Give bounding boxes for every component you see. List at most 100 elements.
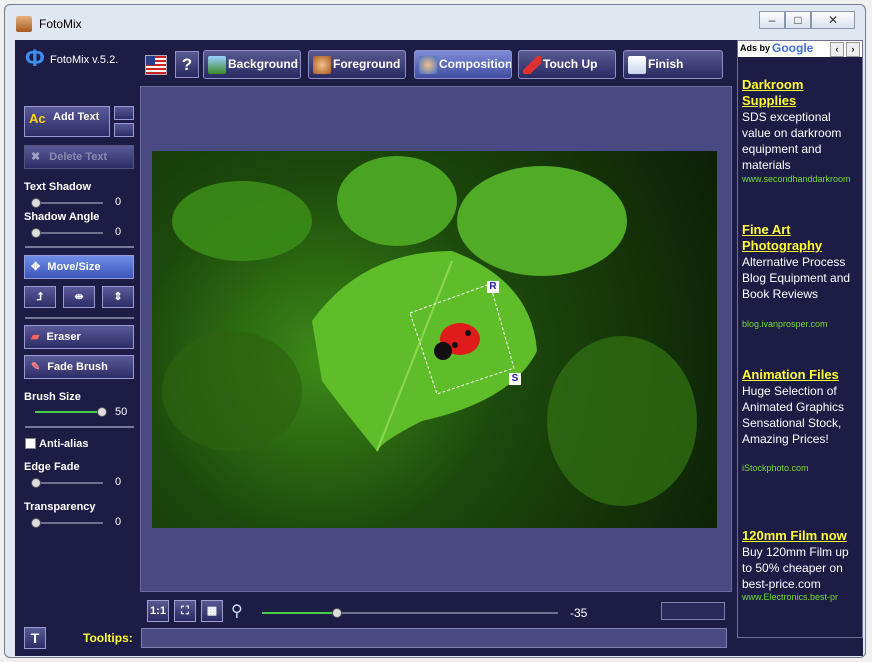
edge-fade-slider[interactable] bbox=[31, 478, 103, 488]
delete-icon: ✖ bbox=[31, 151, 41, 163]
shadow-angle-value: 0 bbox=[115, 226, 122, 238]
maximize-button[interactable]: □ bbox=[785, 11, 811, 29]
slider-thumb[interactable] bbox=[31, 228, 41, 238]
zoom-slider[interactable] bbox=[262, 608, 558, 618]
minimize-button[interactable]: – bbox=[759, 11, 785, 29]
transparency-label: Transparency bbox=[24, 501, 96, 513]
save-icon bbox=[628, 55, 646, 74]
rotate-handle[interactable]: R bbox=[487, 281, 499, 293]
ads-next-button[interactable]: › bbox=[846, 42, 860, 57]
divider bbox=[25, 317, 134, 319]
window-title: FotoMix bbox=[39, 17, 82, 31]
grid-button[interactable]: ▦ bbox=[201, 600, 223, 622]
anti-alias-checkbox[interactable] bbox=[25, 438, 36, 449]
divider bbox=[25, 246, 134, 248]
ad-body: SDS exceptional value on darkroom equipm… bbox=[742, 110, 842, 172]
transparency-value: 0 bbox=[115, 516, 122, 528]
ads-prev-button[interactable]: ‹ bbox=[830, 42, 844, 57]
person-icon bbox=[313, 55, 331, 74]
tooltips-bar bbox=[141, 628, 727, 648]
flip-vertical-button[interactable]: ⇕ bbox=[102, 286, 134, 308]
transparency-slider[interactable] bbox=[31, 518, 103, 528]
landscape-icon bbox=[208, 55, 226, 74]
tooltips-label: Tooltips: bbox=[83, 631, 133, 645]
composition-canvas[interactable]: R S bbox=[140, 86, 732, 592]
move-size-button[interactable]: ✥ Move/Size bbox=[24, 255, 134, 279]
flip-horizontal-button[interactable]: ⇹ bbox=[63, 286, 95, 308]
tab-foreground[interactable]: Foreground bbox=[308, 50, 406, 79]
flip-horizontal-icon: ⇹ bbox=[74, 291, 84, 303]
shadow-angle-label: Shadow Angle bbox=[24, 211, 100, 223]
abc-icon: Ac bbox=[29, 111, 46, 126]
app-client: Φ FotoMix v.5.2. ? Background Foreground… bbox=[15, 40, 863, 656]
tab-background[interactable]: Background bbox=[203, 50, 301, 79]
text-icon: T bbox=[30, 630, 40, 646]
eraser-button[interactable]: ▰ Eraser bbox=[24, 325, 134, 349]
fit-to-window-button[interactable]: ⛶ bbox=[174, 600, 196, 622]
slider-thumb[interactable] bbox=[31, 518, 41, 528]
scale-handle[interactable]: S bbox=[509, 373, 521, 385]
divider bbox=[25, 426, 134, 428]
slider-thumb[interactable] bbox=[31, 198, 41, 208]
ad-title[interactable]: Darkroom Supplies bbox=[742, 77, 860, 109]
delete-text-button[interactable]: ✖ Delete Text bbox=[24, 145, 134, 169]
ad-url[interactable]: www.secondhanddarkroom bbox=[742, 174, 860, 184]
slider-thumb[interactable] bbox=[97, 407, 107, 417]
fotomix-logo: Φ bbox=[25, 45, 45, 72]
grid-icon: ▦ bbox=[206, 605, 218, 617]
status-box bbox=[661, 602, 725, 620]
brush-icon bbox=[523, 55, 541, 74]
rotate-icon: ⮥ bbox=[36, 291, 44, 303]
text-tool-button[interactable]: T bbox=[24, 627, 46, 649]
actual-size-button[interactable]: 1:1 bbox=[147, 600, 169, 622]
help-button[interactable]: ? bbox=[175, 51, 199, 78]
text-shadow-slider[interactable] bbox=[31, 198, 103, 208]
edit-text-button[interactable] bbox=[114, 106, 134, 120]
ad-body: Alternative Process Blog Equipment and B… bbox=[742, 255, 851, 301]
brush-size-value: 50 bbox=[115, 406, 128, 418]
text-shadow-label: Text Shadow bbox=[24, 181, 92, 193]
ad-title[interactable]: Fine Art Photography bbox=[742, 222, 860, 254]
version-label: FotoMix v.5.2. bbox=[50, 54, 119, 66]
add-text-button[interactable]: Ac Add Text bbox=[24, 106, 110, 137]
brush-size-slider[interactable] bbox=[35, 407, 107, 417]
eraser-icon: ▰ bbox=[31, 331, 40, 343]
ad-title[interactable]: Animation Files bbox=[742, 367, 860, 383]
ads-header: Ads by Google ‹ › bbox=[738, 41, 862, 57]
ad-url[interactable]: iStockphoto.com bbox=[742, 463, 860, 473]
fit-icon: ⛶ bbox=[181, 605, 189, 617]
rotate-button[interactable]: ⮥ bbox=[24, 286, 56, 308]
ad-body: Buy 120mm Film up to 50% cheaper on best… bbox=[742, 545, 849, 591]
leaves-image bbox=[162, 156, 697, 506]
ad-url[interactable]: www.Electronics.best-pr bbox=[742, 592, 860, 602]
tab-finish[interactable]: Finish bbox=[623, 50, 723, 79]
close-button[interactable]: ✕ bbox=[811, 11, 855, 29]
zoom-fill bbox=[262, 612, 336, 614]
anti-alias-label: Anti-alias bbox=[39, 438, 89, 450]
magnifier-icon: ⚲ bbox=[231, 603, 243, 620]
brush-size-label: Brush Size bbox=[24, 391, 81, 403]
app-icon bbox=[16, 16, 32, 32]
edge-fade-label: Edge Fade bbox=[24, 461, 80, 473]
shadow-angle-slider[interactable] bbox=[31, 228, 103, 238]
slider-thumb[interactable] bbox=[31, 478, 41, 488]
language-flag-icon[interactable] bbox=[145, 55, 167, 75]
fade-brush-button[interactable]: ✎ Fade Brush bbox=[24, 355, 134, 379]
ad-url[interactable]: blog.ivanprosper.com bbox=[742, 319, 860, 329]
zoom-value: -35 bbox=[570, 606, 588, 620]
flip-vertical-icon: ⇕ bbox=[113, 291, 123, 303]
edge-fade-value: 0 bbox=[115, 476, 122, 488]
ad-body: Huge Selection of Animated Graphics Sens… bbox=[742, 384, 845, 446]
text-shadow-value: 0 bbox=[115, 196, 122, 208]
text-style-button[interactable] bbox=[114, 123, 134, 137]
google-logo: Google bbox=[772, 41, 814, 55]
title-bar[interactable]: FotoMix – □ ✕ bbox=[5, 5, 865, 35]
bottom-toolbar: 1:1 ⛶ ▦ ⚲ -35 bbox=[140, 595, 730, 625]
tab-composition[interactable]: Composition bbox=[414, 50, 512, 79]
tab-touch-up[interactable]: Touch Up bbox=[518, 50, 616, 79]
ad-title[interactable]: 120mm Film now bbox=[742, 528, 860, 544]
app-window: FotoMix – □ ✕ Φ FotoMix v.5.2. ? Backgro… bbox=[4, 4, 866, 658]
background-photo: R S bbox=[152, 151, 717, 528]
composition-icon bbox=[419, 55, 437, 74]
slider-thumb[interactable] bbox=[332, 608, 342, 618]
